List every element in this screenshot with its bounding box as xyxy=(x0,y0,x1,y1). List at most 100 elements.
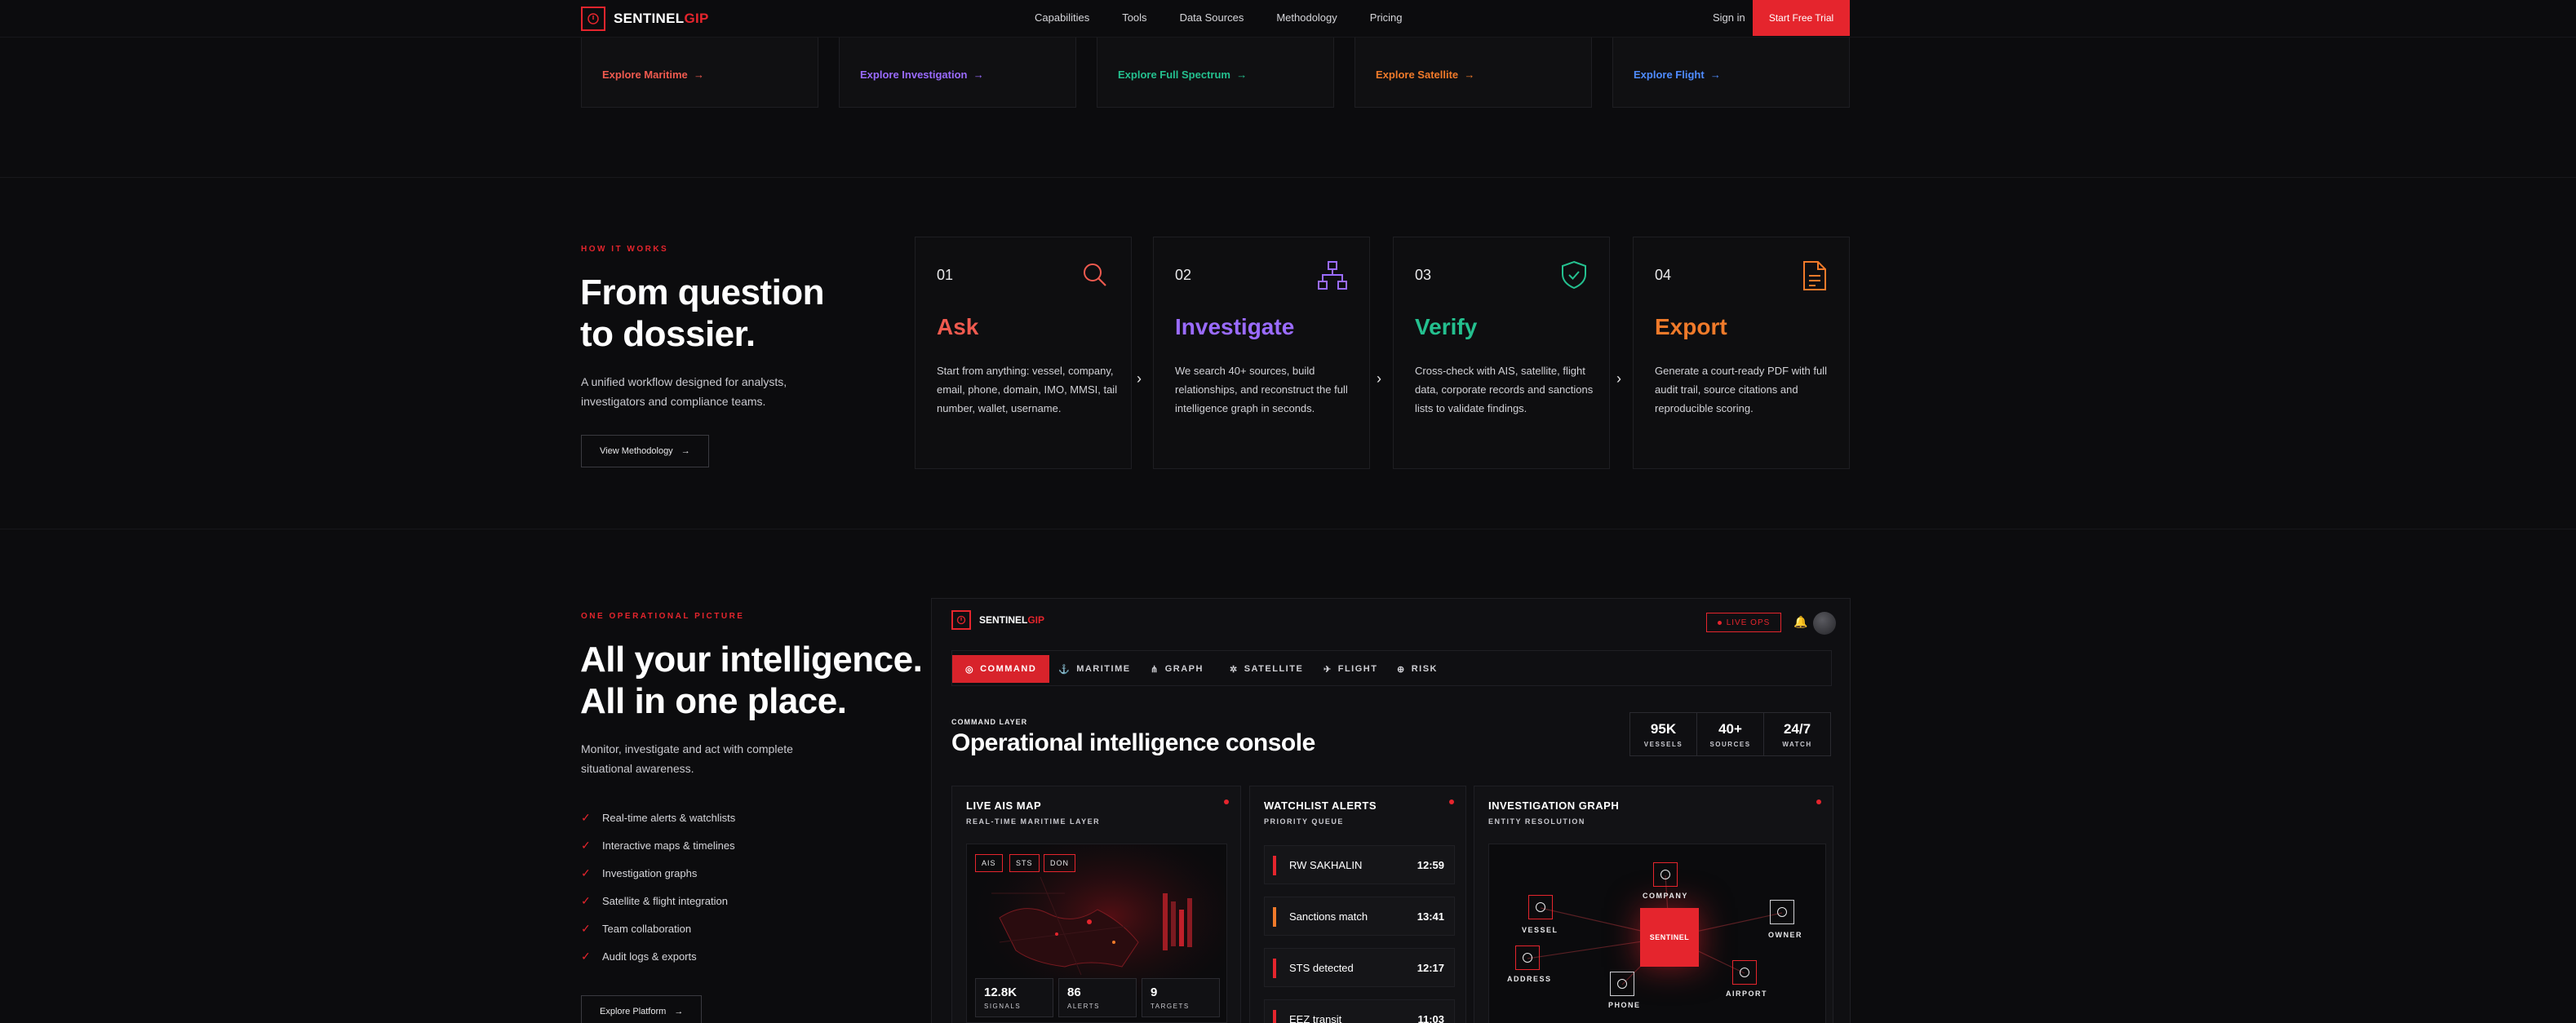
operational-lead: Monitor, investigate and act with comple… xyxy=(581,742,793,775)
investigation-graph-panel: INVESTIGATION GRAPH ENTITY RESOLUTION SE… xyxy=(1474,786,1833,1023)
network-icon xyxy=(1317,260,1348,295)
section-divider xyxy=(0,177,2576,178)
ais-map-panel: LIVE AIS MAP REAL-TIME MARITIME LAYER AI… xyxy=(951,786,1241,1023)
page: Explore Maritime → Explore Investigation… xyxy=(0,0,2576,1023)
step-card-ask: 01 Ask Start from anything: vessel, comp… xyxy=(915,237,1132,469)
how-lead: A unified workflow designed for analysts… xyxy=(581,375,787,408)
graph-node-vessel[interactable] xyxy=(1528,895,1553,919)
tab-maritime[interactable]: ⚓ MARITIME xyxy=(1058,655,1131,683)
node-label: COMPANY xyxy=(1643,892,1688,900)
tab-flight[interactable]: ✈ FLIGHT xyxy=(1323,655,1377,683)
top-nav: SENTINELGIP Capabilities Tools Data Sour… xyxy=(0,0,2576,38)
explore-maritime-link[interactable]: Explore Maritime → xyxy=(602,69,704,81)
sign-in-link[interactable]: Sign in xyxy=(1713,11,1745,24)
alert-item[interactable]: STS detected 12:17 xyxy=(1264,948,1455,987)
step-card-investigate: 02 Investigate We search 40+ sources, bu… xyxy=(1153,237,1370,469)
map-chip-don[interactable]: DON xyxy=(1044,854,1075,872)
tab-graph[interactable]: ⋔ GRAPH xyxy=(1151,655,1204,683)
tab-risk[interactable]: ⊕ RISK xyxy=(1397,655,1438,683)
check-icon: ✓ xyxy=(581,921,591,935)
satellite-icon: ✲ xyxy=(1230,664,1239,675)
step-number: 01 xyxy=(937,267,954,283)
panel-subtitle: PRIORITY QUEUE xyxy=(1264,817,1344,826)
step-text: Generate a court-ready PDF with full aud… xyxy=(1655,365,1827,414)
operational-title: All your intelligence. All in one place. xyxy=(580,640,923,721)
feature-item: ✓ Interactive maps & timelines xyxy=(581,838,735,852)
node-label: ADDRESS xyxy=(1507,975,1552,983)
step-title: Investigate xyxy=(1175,314,1295,339)
map-chip-ais[interactable]: AIS xyxy=(975,854,1003,872)
nav-link-methodology[interactable]: Methodology xyxy=(1276,11,1337,24)
node-label: AIRPORT xyxy=(1726,990,1767,998)
map-chip-sts[interactable]: STS xyxy=(1009,854,1040,872)
panel-title: LIVE AIS MAP xyxy=(966,799,1042,812)
stat-watch: 24/7 WATCH xyxy=(1782,720,1812,748)
explore-platform-button[interactable]: Explore Platform → xyxy=(581,995,703,1023)
bell-icon[interactable]: 🔔 xyxy=(1793,615,1807,629)
nav-link-capabilities[interactable]: Capabilities xyxy=(1035,11,1089,24)
status-dot xyxy=(1449,799,1454,804)
map-stat-signals: 12.8K SIGNALS xyxy=(975,978,1053,1017)
target-icon: ◎ xyxy=(965,664,975,675)
logo-mark-icon xyxy=(581,7,605,31)
node-label: OWNER xyxy=(1768,931,1802,939)
stat-vessels: 95K VESSELS xyxy=(1630,713,1697,755)
graph-node-phone[interactable] xyxy=(1610,972,1634,996)
arrow-right-icon: → xyxy=(681,446,690,456)
risk-icon: ⊕ xyxy=(1397,664,1406,675)
avatar[interactable] xyxy=(1813,612,1836,635)
live-ops-badge[interactable]: LIVE OPS xyxy=(1706,613,1781,632)
step-number: 04 xyxy=(1655,267,1672,283)
panel-title: INVESTIGATION GRAPH xyxy=(1488,799,1620,812)
search-icon xyxy=(1080,260,1110,294)
alert-item[interactable]: RW SAKHALIN 12:59 xyxy=(1264,845,1455,884)
start-trial-button[interactable]: Start Free Trial xyxy=(1753,0,1850,36)
feature-item: ✓ Real-time alerts & watchlists xyxy=(581,810,736,824)
chevron-right-icon: › xyxy=(1377,370,1381,387)
anchor-icon: ⚓ xyxy=(1058,664,1071,675)
map-stat-alerts: 86 ALERTS xyxy=(1058,978,1137,1017)
step-card-verify: 03 Verify Cross-check with AIS, satellit… xyxy=(1393,237,1610,469)
console-stats: 95K VESSELS 40+ SOURCES 24/7 WATCH xyxy=(1629,712,1831,756)
panel-title: WATCHLIST ALERTS xyxy=(1264,799,1377,812)
step-number: 02 xyxy=(1175,267,1192,283)
logo-text: SENTINELGIP xyxy=(614,11,709,26)
node-label: PHONE xyxy=(1608,1001,1641,1009)
alert-item[interactable]: EEZ transit 11:03 xyxy=(1264,999,1455,1023)
graph-node-owner[interactable] xyxy=(1770,900,1794,924)
nav-link-data-sources[interactable]: Data Sources xyxy=(1180,11,1244,24)
step-title: Verify xyxy=(1415,314,1478,339)
nav-link-tools[interactable]: Tools xyxy=(1122,11,1146,24)
check-icon: ✓ xyxy=(581,949,591,963)
ais-map[interactable]: AIS STS DON 12.8K SIGNALS 86 ALERTS 9 TARGE… xyxy=(966,844,1227,1023)
check-icon: ✓ xyxy=(581,893,591,907)
document-icon xyxy=(1802,260,1828,295)
explore-investigation-link[interactable]: Explore Investigation → xyxy=(860,69,984,81)
graph-icon: ⋔ xyxy=(1151,664,1159,675)
graph-node-company[interactable] xyxy=(1653,862,1678,887)
feature-checklist: ✓ Real-time alerts & watchlists ✓ Interact… xyxy=(581,804,735,970)
alert-item[interactable]: Sanctions match 13:41 xyxy=(1264,897,1455,936)
tab-satellite[interactable]: ✲ SATELLITE xyxy=(1230,655,1303,683)
how-title: From question to dossier. xyxy=(580,272,825,354)
status-dot xyxy=(1816,799,1821,804)
graph-node-address[interactable] xyxy=(1515,946,1540,970)
explore-flight-link[interactable]: Explore Flight → xyxy=(1634,69,1721,81)
feature-item: ✓ Audit logs & exports xyxy=(581,949,697,963)
logo[interactable]: SENTINELGIP xyxy=(581,7,709,31)
graph-center-node[interactable]: SENTINEL xyxy=(1640,908,1699,967)
node-label: VESSEL xyxy=(1522,926,1558,934)
tab-command[interactable]: ◎ COMMAND xyxy=(952,655,1050,683)
feature-item: ✓ Satellite & flight integration xyxy=(581,893,728,907)
check-icon: ✓ xyxy=(581,810,591,824)
view-methodology-button[interactable]: View Methodology → xyxy=(581,435,709,467)
explore-full-spectrum-link[interactable]: Explore Full Spectrum → xyxy=(1118,69,1247,81)
nav-link-pricing[interactable]: Pricing xyxy=(1370,11,1403,24)
plane-icon: ✈ xyxy=(1323,664,1332,675)
check-icon: ✓ xyxy=(581,838,591,852)
explore-satellite-link[interactable]: Explore Satellite → xyxy=(1376,69,1474,81)
logo-mark-icon xyxy=(951,610,971,630)
entity-graph[interactable]: SENTINEL COMPANY VESSEL OWNER ADDRESS PH… xyxy=(1488,844,1826,1023)
graph-node-airport[interactable] xyxy=(1732,960,1757,985)
step-number: 03 xyxy=(1415,267,1432,283)
